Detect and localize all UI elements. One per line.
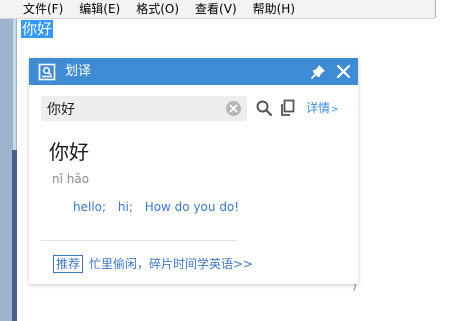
search-box — [41, 96, 247, 121]
details-link[interactable]: 详情> — [306, 99, 339, 117]
menu-file[interactable]: 文件(F) — [0, 0, 71, 18]
menu-bar: 文件(F) 编辑(E) 格式(O) 查看(V) 帮助(H) — [0, 0, 435, 19]
recommend-badge[interactable]: 推荐 — [53, 255, 84, 273]
popup-header[interactable]: 划译 — [29, 58, 358, 85]
pin-icon[interactable] — [310, 63, 327, 80]
popup-title: 划译 — [65, 64, 92, 79]
headword: 你好 — [49, 140, 89, 164]
translation-item[interactable]: hello; — [73, 200, 106, 214]
search-icon[interactable] — [255, 99, 273, 117]
recommend-link[interactable]: 忙里偷闲，碎片时间学英语>> — [89, 255, 253, 273]
divider — [41, 240, 237, 241]
selected-text[interactable]: 你好 — [21, 20, 54, 38]
search-input[interactable] — [41, 96, 219, 121]
clear-icon[interactable] — [225, 100, 242, 117]
notepad-window: 文件(F) 编辑(E) 格式(O) 查看(V) 帮助(H) 你好 ) 划译 你好… — [0, 0, 451, 321]
dictionary-logo-icon — [38, 63, 56, 81]
translation-popup: 划译 你好 详情> 你好 nǐ hǎo hello; hi; How do yo… — [29, 58, 358, 284]
details-label: 详情 — [306, 101, 331, 115]
close-icon[interactable] — [335, 63, 352, 80]
menu-edit[interactable]: 编辑(E) — [71, 0, 128, 18]
translation-list: hello; hi; How do you do! — [73, 199, 247, 215]
window-left-frame-highlight — [13, 0, 16, 150]
copy-icon[interactable] — [279, 99, 296, 117]
details-chevron-icon: > — [331, 105, 339, 115]
menu-view[interactable]: 查看(V) — [187, 0, 245, 18]
menu-help[interactable]: 帮助(H) — [245, 0, 303, 18]
menu-bar-edge — [435, 0, 436, 18]
translation-item[interactable]: hi; — [118, 200, 133, 214]
pinyin: nǐ hǎo — [52, 172, 90, 186]
translation-item[interactable]: How do you do! — [145, 200, 239, 214]
menu-format[interactable]: 格式(O) — [128, 0, 187, 18]
